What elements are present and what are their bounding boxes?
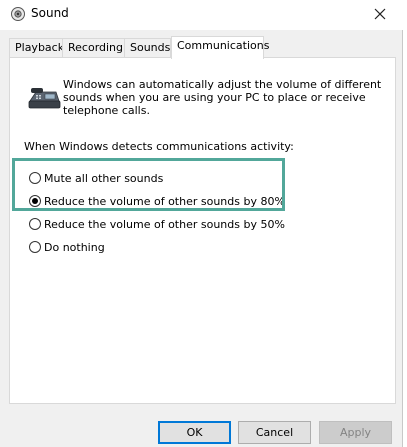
window-title: Sound [31,6,69,20]
radio-label: Mute all other sounds [44,171,164,185]
title-bar: Sound [0,0,403,30]
radio-label: Reduce the volume of other sounds by 50% [44,217,285,231]
speaker-icon [10,6,26,22]
radio-do-nothing[interactable]: Do nothing [29,239,105,255]
tab-recording[interactable]: Recording [62,38,125,58]
telephone-icon [27,85,61,111]
radio-label: Do nothing [44,240,105,254]
radio-mute-all[interactable]: Mute all other sounds [29,170,163,186]
communications-panel: Windows can automatically adjust the vol… [9,57,396,404]
detect-activity-label: When Windows detects communications acti… [24,140,294,153]
ok-button[interactable]: OK [158,421,231,444]
tab-sounds[interactable]: Sounds [124,38,171,58]
description-text: Windows can automatically adjust the vol… [63,78,382,117]
close-button[interactable] [357,0,403,30]
tab-communications[interactable]: Communications [171,36,269,59]
tab-playback[interactable]: Playback [9,38,64,58]
radio-label: Reduce the volume of other sounds by 80% [44,194,285,208]
radio-reduce-50[interactable]: Reduce the volume of other sounds by 50% [29,216,285,232]
radio-reduce-80[interactable]: Reduce the volume of other sounds by 80% [29,193,285,209]
radio-button[interactable] [29,172,41,184]
sound-dialog: Sound Playback Recording Sounds Communic… [0,0,403,447]
apply-button[interactable]: Apply [319,421,392,444]
radio-button[interactable] [29,218,41,230]
close-icon [374,8,386,23]
cancel-button[interactable]: Cancel [238,421,311,444]
radio-button[interactable] [29,241,41,253]
radio-button-selected[interactable] [29,195,41,207]
